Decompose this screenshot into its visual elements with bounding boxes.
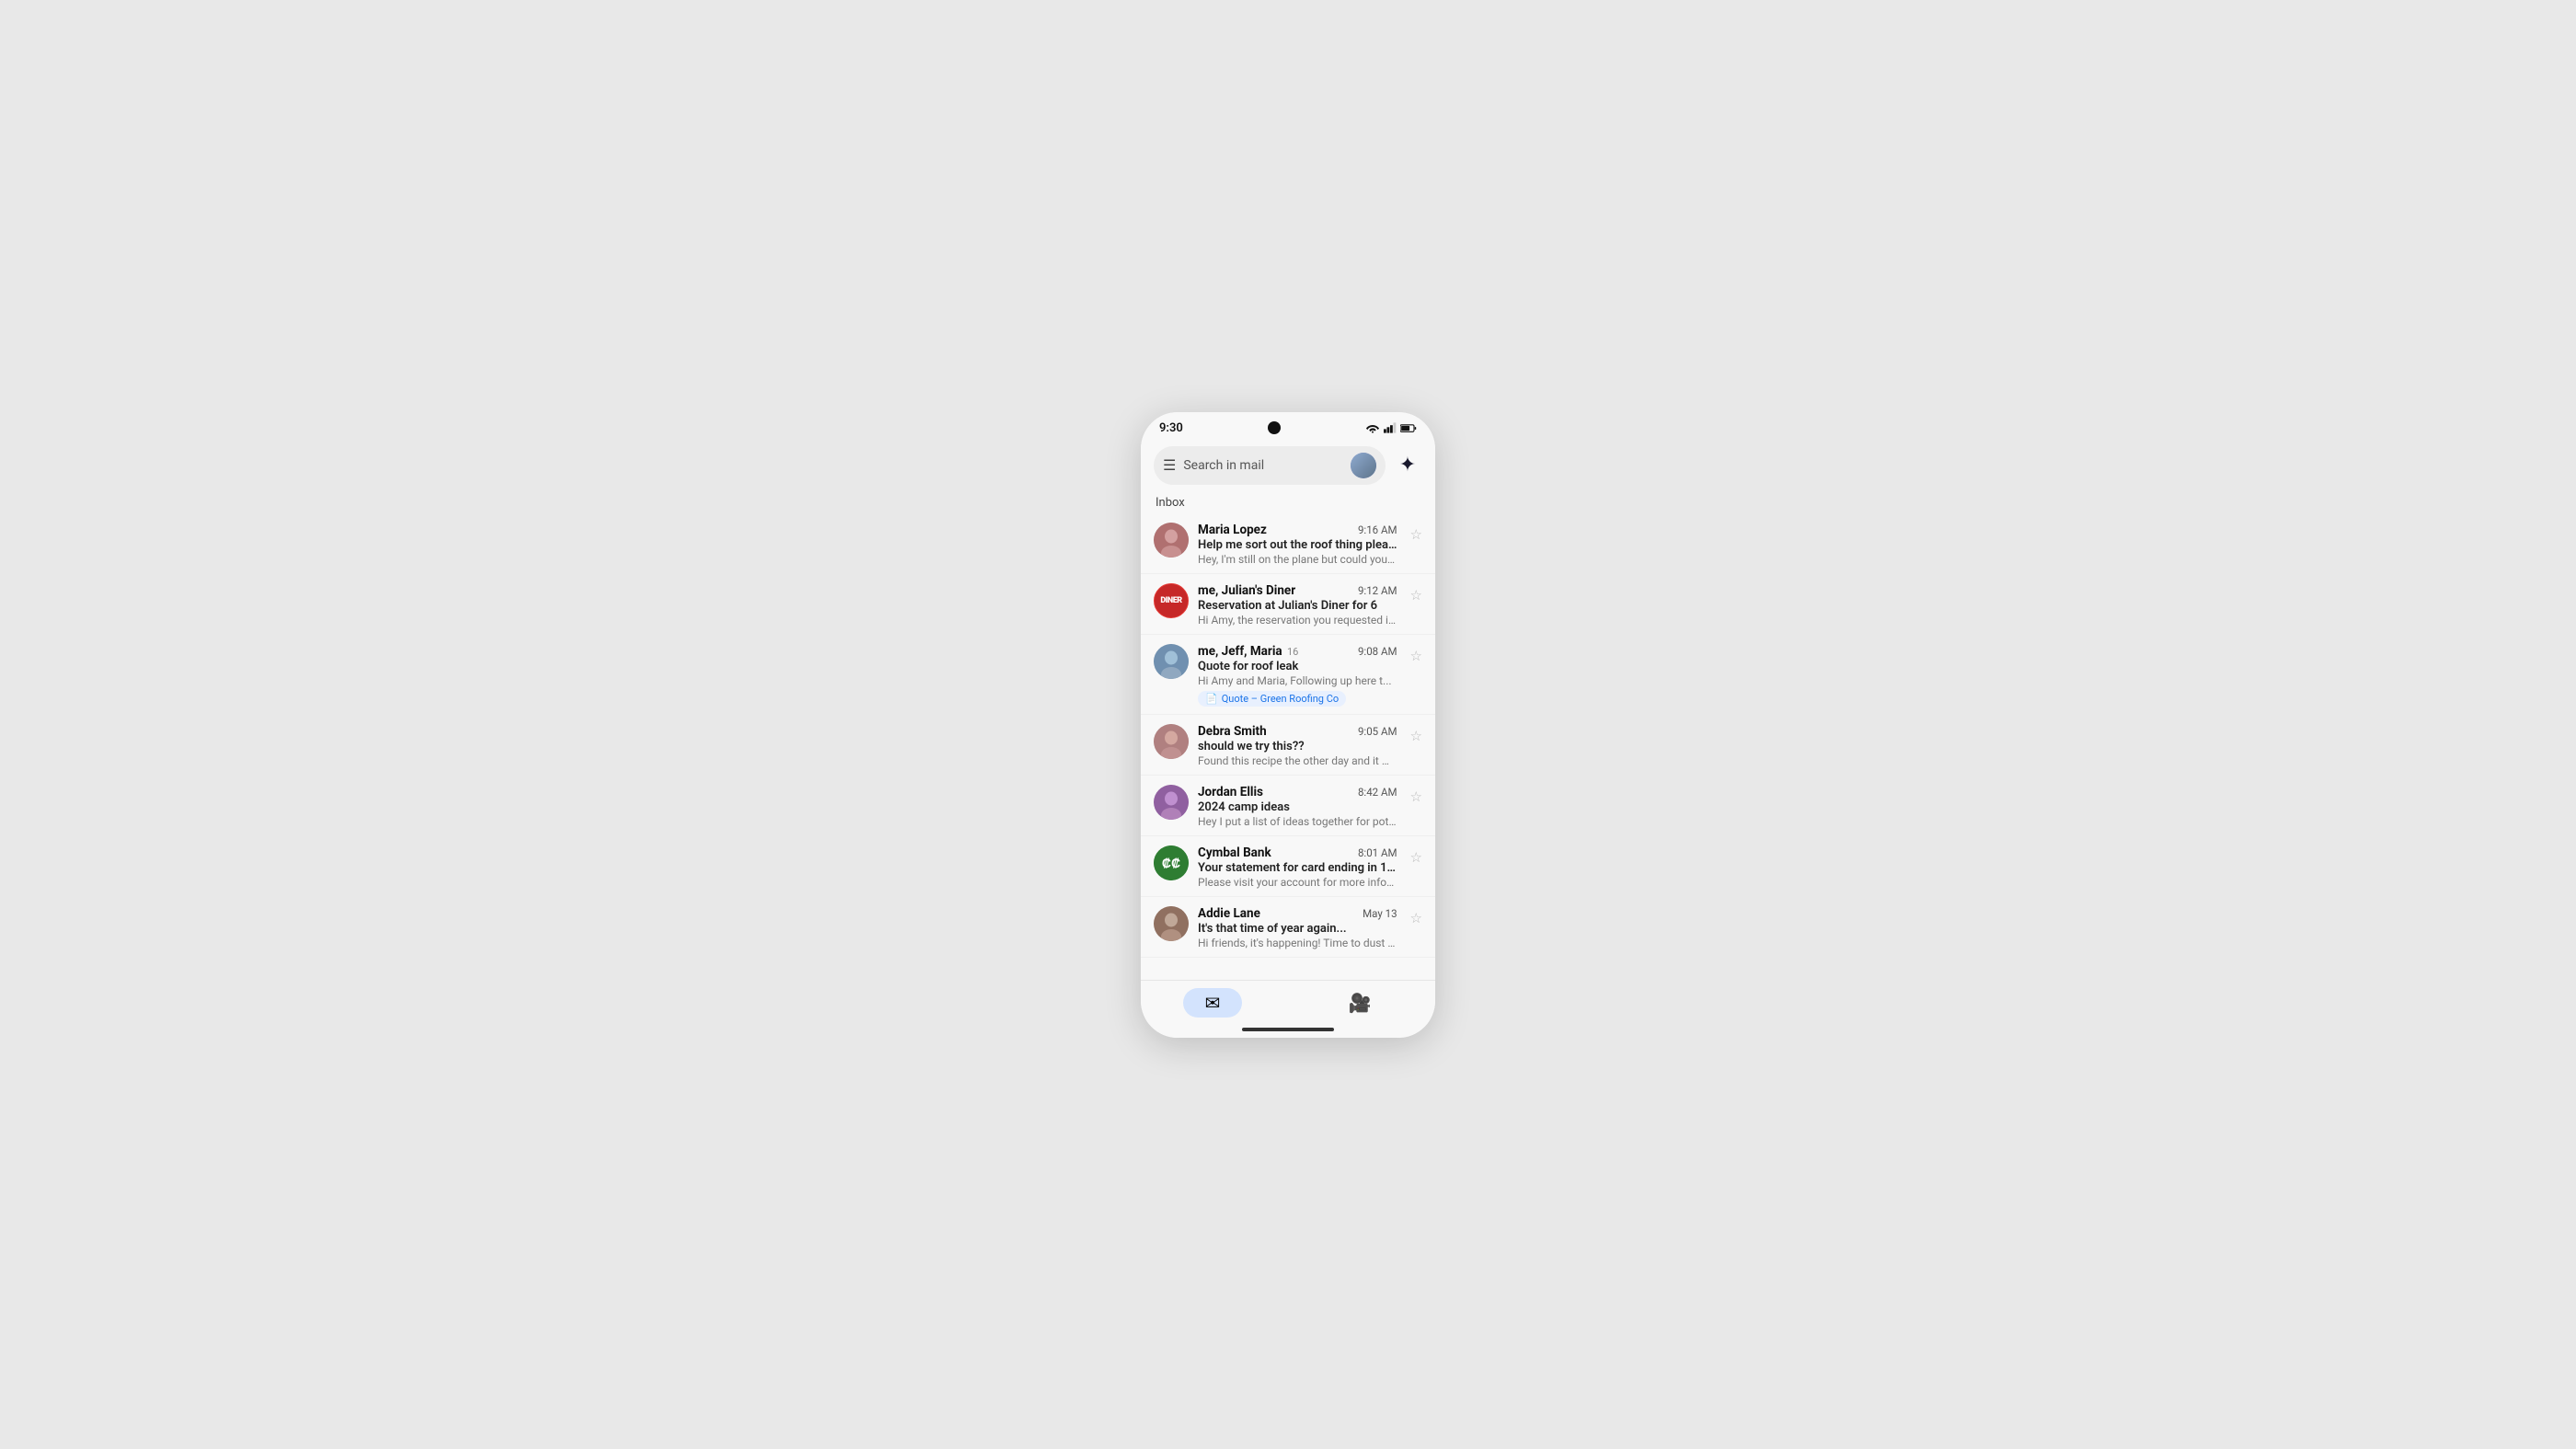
- email-sender: me, Jeff, Maria 16: [1198, 644, 1351, 659]
- email-time: 9:08 AM: [1358, 645, 1397, 658]
- email-sender: Cymbal Bank: [1198, 845, 1351, 860]
- search-input[interactable]: Search in mail: [1183, 458, 1343, 473]
- status-icons: [1365, 422, 1417, 433]
- email-preview: Hey I put a list of ideas together for p…: [1198, 815, 1397, 828]
- email-item[interactable]: Jordan Ellis 8:42 AM 2024 camp ideas Hey…: [1141, 776, 1435, 836]
- email-preview: Found this recipe the other day and it m…: [1198, 754, 1397, 767]
- email-header: Debra Smith 9:05 AM: [1198, 724, 1397, 739]
- email-header: Addie Lane May 13: [1198, 906, 1397, 921]
- email-subject: Your statement for card ending in 1988 i…: [1198, 861, 1397, 875]
- email-sender: Addie Lane: [1198, 906, 1355, 921]
- star-col: ☆: [1407, 523, 1422, 543]
- email-count: 16: [1287, 646, 1298, 658]
- gemini-icon: ✦: [1399, 454, 1416, 477]
- star-col: ☆: [1407, 583, 1422, 604]
- email-subject: Quote for roof leak: [1198, 660, 1397, 673]
- search-bar-row: ☰ Search in mail ✦: [1141, 441, 1435, 492]
- email-preview: Hi Amy, the reservation you requested is…: [1198, 614, 1397, 627]
- star-col: ☆: [1407, 785, 1422, 805]
- email-header: Jordan Ellis 8:42 AM: [1198, 785, 1397, 799]
- home-indicator: [1141, 1021, 1435, 1038]
- email-time: 9:12 AM: [1358, 584, 1397, 597]
- signal-icon: [1384, 422, 1397, 433]
- email-item[interactable]: ₡₡ Cymbal Bank 8:01 AM Your statement fo…: [1141, 836, 1435, 897]
- email-time: May 13: [1363, 907, 1397, 920]
- email-sender: Jordan Ellis: [1198, 785, 1351, 799]
- avatar: [1154, 785, 1189, 820]
- email-subject: 2024 camp ideas: [1198, 800, 1397, 814]
- star-icon[interactable]: ☆: [1410, 910, 1422, 926]
- wifi-icon: [1365, 422, 1380, 433]
- attachment-chip[interactable]: 📄 Quote – Green Roofing Co: [1198, 691, 1346, 707]
- star-icon[interactable]: ☆: [1410, 587, 1422, 604]
- status-bar: 9:30: [1141, 412, 1435, 441]
- inbox-label: Inbox: [1141, 492, 1435, 513]
- mail-icon: ✉: [1205, 992, 1221, 1014]
- email-subject: Help me sort out the roof thing please: [1198, 538, 1397, 552]
- email-subject: Reservation at Julian's Diner for 6: [1198, 599, 1397, 613]
- email-sender: Debra Smith: [1198, 724, 1351, 739]
- avatar: [1154, 906, 1189, 941]
- star-icon[interactable]: ☆: [1410, 849, 1422, 866]
- avatar: DINER: [1154, 583, 1189, 618]
- email-item[interactable]: Debra Smith 9:05 AM should we try this??…: [1141, 715, 1435, 776]
- email-content: me, Jeff, Maria 16 9:08 AM Quote for roo…: [1198, 644, 1397, 707]
- bottom-nav: ✉ 🎥: [1141, 980, 1435, 1021]
- email-content: Addie Lane May 13 It's that time of year…: [1198, 906, 1397, 949]
- document-icon: 📄: [1205, 693, 1218, 705]
- email-header: Cymbal Bank 8:01 AM: [1198, 845, 1397, 860]
- svg-text:₡₡: ₡₡: [1162, 856, 1180, 870]
- home-bar: [1242, 1028, 1334, 1031]
- email-sender: me, Julian's Diner: [1198, 583, 1351, 598]
- email-header: Maria Lopez 9:16 AM: [1198, 523, 1397, 537]
- user-avatar[interactable]: [1351, 453, 1376, 478]
- email-content: Cymbal Bank 8:01 AM Your statement for c…: [1198, 845, 1397, 889]
- nav-mail[interactable]: ✉: [1183, 988, 1243, 1018]
- status-time: 9:30: [1159, 421, 1183, 435]
- video-icon: 🎥: [1349, 992, 1372, 1014]
- star-icon[interactable]: ☆: [1410, 526, 1422, 543]
- email-preview: Hi Amy and Maria, Following up here t...: [1198, 674, 1397, 687]
- email-preview: Hi friends, it's happening! Time to dust…: [1198, 937, 1397, 949]
- avatar: [1154, 724, 1189, 759]
- email-content: Jordan Ellis 8:42 AM 2024 camp ideas Hey…: [1198, 785, 1397, 828]
- email-item[interactable]: Addie Lane May 13 It's that time of year…: [1141, 897, 1435, 958]
- star-col: ☆: [1407, 906, 1422, 926]
- email-header: me, Julian's Diner 9:12 AM: [1198, 583, 1397, 598]
- email-header: me, Jeff, Maria 16 9:08 AM: [1198, 644, 1397, 659]
- email-item[interactable]: Maria Lopez 9:16 AM Help me sort out the…: [1141, 513, 1435, 574]
- gemini-button[interactable]: ✦: [1393, 451, 1422, 480]
- menu-icon[interactable]: ☰: [1163, 456, 1176, 474]
- email-content: Maria Lopez 9:16 AM Help me sort out the…: [1198, 523, 1397, 566]
- email-time: 8:01 AM: [1358, 846, 1397, 859]
- avatar: [1154, 523, 1189, 558]
- star-icon[interactable]: ☆: [1410, 648, 1422, 664]
- avatar: ₡₡: [1154, 845, 1189, 880]
- search-bar[interactable]: ☰ Search in mail: [1154, 446, 1386, 485]
- email-time: 9:16 AM: [1358, 523, 1397, 536]
- email-content: Debra Smith 9:05 AM should we try this??…: [1198, 724, 1397, 767]
- email-subject: should we try this??: [1198, 740, 1397, 753]
- battery-icon: [1400, 423, 1417, 433]
- star-icon[interactable]: ☆: [1410, 728, 1422, 744]
- email-list: Maria Lopez 9:16 AM Help me sort out the…: [1141, 513, 1435, 980]
- star-col: ☆: [1407, 845, 1422, 866]
- phone-frame: 9:30 ☰ Search in mail: [1141, 412, 1435, 1038]
- star-icon[interactable]: ☆: [1410, 788, 1422, 805]
- email-content: me, Julian's Diner 9:12 AM Reservation a…: [1198, 583, 1397, 627]
- email-preview: Hey, I'm still on the plane but could yo…: [1198, 553, 1397, 566]
- email-preview: Please visit your account for more infor…: [1198, 876, 1397, 889]
- attachment-label: Quote – Green Roofing Co: [1222, 693, 1339, 705]
- email-subject: It's that time of year again...: [1198, 922, 1397, 936]
- star-col: ☆: [1407, 644, 1422, 664]
- nav-meet[interactable]: 🎥: [1327, 988, 1394, 1018]
- camera-dot: [1268, 421, 1281, 434]
- email-item[interactable]: me, Jeff, Maria 16 9:08 AM Quote for roo…: [1141, 635, 1435, 715]
- email-time: 8:42 AM: [1358, 786, 1397, 799]
- email-sender: Maria Lopez: [1198, 523, 1351, 537]
- email-item[interactable]: DINER me, Julian's Diner 9:12 AM Reserva…: [1141, 574, 1435, 635]
- avatar: [1154, 644, 1189, 679]
- star-col: ☆: [1407, 724, 1422, 744]
- email-time: 9:05 AM: [1358, 725, 1397, 738]
